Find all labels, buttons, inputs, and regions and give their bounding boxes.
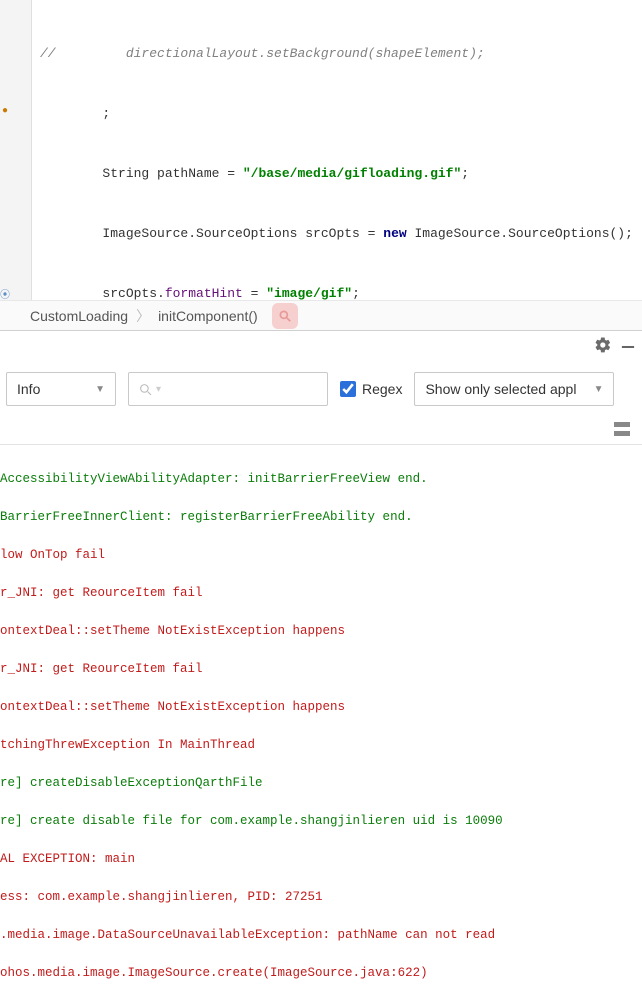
log-line: r_JNI: get ReourceItem fail	[0, 584, 642, 603]
code-string: "/base/media/gifloading.gif"	[243, 166, 461, 181]
log-line: ontextDeal::setTheme NotExistException h…	[0, 622, 642, 641]
log-toolbar-right	[0, 414, 642, 444]
logcat-output[interactable]: AccessibilityViewAbilityAdapter: initBar…	[0, 444, 642, 1008]
chevron-down-icon: ▼	[95, 384, 105, 395]
breadcrumb-separator-icon: 〉	[136, 306, 150, 326]
log-line: r_JNI: get ReourceItem fail	[0, 660, 642, 679]
log-line: low OnTop fail	[0, 546, 642, 565]
code-text: String pathName =	[40, 166, 243, 181]
editor-gutter: ● ⦿	[0, 0, 32, 300]
app-filter-value: Show only selected appl	[425, 381, 576, 397]
log-line: AL EXCEPTION: main	[0, 850, 642, 869]
log-line: ess: com.example.shangjinlieren, PID: 27…	[0, 888, 642, 907]
gutter-marker-icon: ●	[2, 106, 8, 117]
code-keyword: new	[383, 226, 406, 241]
code-editor[interactable]: ● ⦿ // directionalLayout.setBackground(s…	[0, 0, 642, 300]
log-line: BarrierFreeInnerClient: registerBarrierF…	[0, 508, 642, 527]
layout-toggle-icon[interactable]	[614, 422, 630, 436]
code-string: "image/gif"	[266, 286, 352, 300]
log-filter-row: Info ▼ ▾ Regex Show only selected appl ▼	[0, 364, 642, 414]
regex-label: Regex	[362, 381, 402, 397]
regex-checkbox[interactable]	[340, 381, 356, 397]
gutter-override-icon[interactable]: ⦿	[0, 286, 10, 302]
log-level-select[interactable]: Info ▼	[6, 372, 116, 406]
code-text: ;	[40, 106, 110, 121]
minimize-icon[interactable]: —	[622, 336, 634, 359]
app-filter-select[interactable]: Show only selected appl ▼	[414, 372, 614, 406]
code-body[interactable]: // directionalLayout.setBackground(shape…	[32, 0, 642, 300]
log-line: .media.image.DataSourceUnavailableExcept…	[0, 926, 642, 945]
breadcrumb-method[interactable]: initComponent()	[158, 308, 258, 324]
code-comment: // directionalLayout.setBackground(shape…	[40, 46, 485, 61]
log-line: tchingThrewException In MainThread	[0, 736, 642, 755]
log-line: ohos.media.image.ImageSource.create(Imag…	[0, 964, 642, 983]
search-caret-icon: ▾	[156, 384, 161, 395]
code-text: srcOpts.	[40, 286, 165, 300]
regex-toggle[interactable]: Regex	[340, 381, 402, 397]
log-line: AccessibilityViewAbilityAdapter: initBar…	[0, 470, 642, 489]
code-text: ImageSource.SourceOptions srcOpts =	[40, 226, 383, 241]
log-level-value: Info	[17, 381, 40, 397]
breadcrumb-class[interactable]: CustomLoading	[30, 308, 128, 324]
search-highlight-icon[interactable]	[272, 303, 298, 329]
tool-strip: —	[0, 330, 642, 364]
gear-icon[interactable]	[594, 336, 612, 359]
log-line: ontextDeal::setTheme NotExistException h…	[0, 698, 642, 717]
log-search-input[interactable]: ▾	[128, 372, 328, 406]
log-line: re] create disable file for com.example.…	[0, 812, 642, 831]
breadcrumb: CustomLoading 〉 initComponent()	[0, 300, 642, 330]
log-line: re] createDisableExceptionQarthFile	[0, 774, 642, 793]
chevron-down-icon: ▼	[594, 384, 604, 395]
search-icon	[139, 383, 152, 396]
